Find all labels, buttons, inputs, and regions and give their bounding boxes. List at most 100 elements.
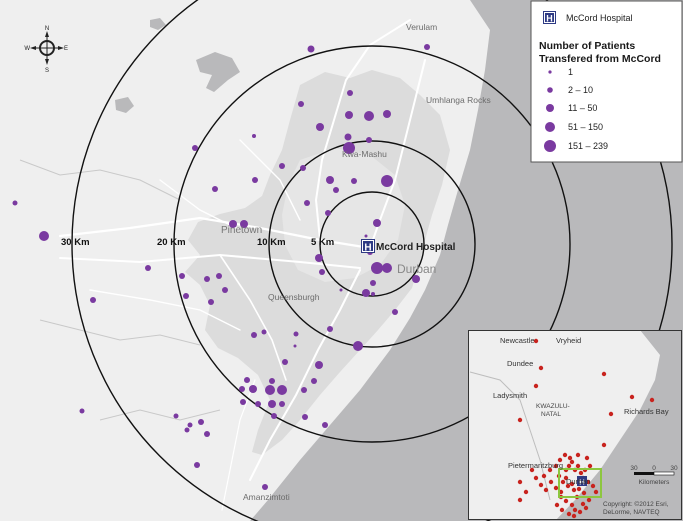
ring-label-30: 30 Km bbox=[61, 237, 90, 248]
patient-point bbox=[424, 44, 430, 50]
inset-map[interactable]: H Newcastle Vryheid Dundee Ladysmith KWA… bbox=[468, 330, 683, 521]
legend-box bbox=[530, 0, 683, 163]
inset-patient-point bbox=[577, 509, 583, 515]
inset-patient-point bbox=[584, 455, 590, 461]
legend-symbol-4 bbox=[545, 122, 555, 132]
map-root: Verulam Umhlanga Rocks Kwa-Mashu Pinetow… bbox=[0, 0, 683, 521]
patient-point bbox=[333, 187, 339, 193]
inset-patient-point bbox=[571, 487, 577, 493]
inset-patient-point bbox=[576, 486, 582, 492]
inset-patient-point bbox=[586, 497, 592, 503]
patient-point bbox=[301, 387, 307, 393]
patient-point bbox=[412, 275, 420, 283]
inset-copyright-1: Copyright: ©2012 Esri, bbox=[603, 500, 669, 508]
patient-point bbox=[252, 177, 258, 183]
inset-label-dundee: Dundee bbox=[507, 359, 533, 368]
legend-class-2: 2 – 10 bbox=[568, 85, 593, 95]
inset-label-natal: NATAL bbox=[541, 411, 561, 418]
legend-hospital-label: McCord Hospital bbox=[566, 13, 633, 23]
patient-point bbox=[216, 273, 222, 279]
hospital-label: McCord Hospital bbox=[376, 242, 456, 253]
patient-point bbox=[315, 254, 323, 262]
patient-point bbox=[212, 186, 218, 192]
legend-title-1: Number of Patients bbox=[539, 40, 635, 52]
inset-patient-point bbox=[601, 442, 607, 448]
patient-point bbox=[255, 401, 261, 407]
map-canvas[interactable]: Verulam Umhlanga Rocks Kwa-Mashu Pinetow… bbox=[0, 0, 683, 521]
patient-point bbox=[311, 378, 317, 384]
patient-point bbox=[345, 111, 353, 119]
patient-point bbox=[362, 289, 370, 297]
patient-point bbox=[347, 90, 353, 96]
patient-point bbox=[184, 427, 190, 433]
patient-point bbox=[322, 422, 328, 428]
inset-patient-point bbox=[572, 507, 578, 513]
inset-patient-point bbox=[575, 452, 581, 458]
patient-point bbox=[325, 210, 331, 216]
patient-point bbox=[382, 263, 392, 273]
inset-patient-point bbox=[517, 497, 523, 503]
patient-point bbox=[319, 269, 325, 275]
patient-point bbox=[252, 134, 256, 138]
patient-point bbox=[277, 385, 287, 395]
inset-scale-tick-right: 30 bbox=[670, 465, 678, 472]
inset-patient-point bbox=[566, 463, 572, 469]
legend-symbol-3 bbox=[546, 104, 554, 112]
patient-point bbox=[204, 276, 210, 282]
inset-patient-point bbox=[533, 475, 539, 481]
patient-point bbox=[208, 299, 214, 305]
patient-point bbox=[145, 265, 151, 271]
inset-patient-point bbox=[601, 371, 607, 377]
patient-point bbox=[351, 178, 357, 184]
patient-point bbox=[373, 219, 381, 227]
inset-patient-point bbox=[566, 511, 572, 517]
patient-point bbox=[173, 413, 179, 419]
label-durban: Durban bbox=[397, 262, 436, 276]
patient-point bbox=[251, 332, 257, 338]
ring-label-5: 5 Km bbox=[311, 237, 334, 248]
patient-point bbox=[304, 200, 310, 206]
legend-symbol-2 bbox=[547, 87, 553, 93]
patient-point bbox=[307, 45, 315, 53]
patient-point bbox=[293, 331, 299, 337]
patient-point bbox=[381, 175, 393, 187]
inset-patient-point bbox=[581, 490, 587, 496]
inset-patient-point bbox=[563, 498, 569, 504]
patient-point bbox=[370, 280, 376, 286]
patient-point bbox=[383, 110, 391, 118]
patient-point bbox=[300, 165, 306, 171]
patient-point bbox=[279, 163, 285, 169]
patient-point bbox=[364, 234, 368, 238]
patient-point bbox=[79, 408, 85, 414]
inset-patient-point bbox=[569, 459, 575, 465]
patient-point bbox=[39, 231, 49, 241]
inset-patient-point bbox=[562, 452, 568, 458]
inset-patient-point bbox=[538, 365, 544, 371]
inset-label-newcastle: Newcastle bbox=[500, 336, 535, 345]
patient-point bbox=[249, 385, 257, 393]
compass-n: N bbox=[45, 26, 49, 32]
inset-patient-point bbox=[587, 463, 593, 469]
inset-patient-point bbox=[590, 483, 596, 489]
inset-scale-tick-mid: 0 bbox=[652, 465, 656, 472]
label-kwamashu: Kwa-Mashu bbox=[342, 149, 387, 159]
inset-scale-tick-left: 30 bbox=[630, 465, 638, 472]
inset-patient-point bbox=[523, 489, 529, 495]
patient-point bbox=[326, 176, 334, 184]
patient-point bbox=[179, 273, 185, 279]
patient-point bbox=[344, 133, 352, 141]
inset-patient-point bbox=[560, 479, 566, 485]
hospital-marker[interactable]: H McCord Hospital bbox=[361, 239, 456, 254]
patient-point bbox=[366, 137, 372, 143]
patient-point bbox=[261, 329, 267, 335]
legend-hospital-letter: H bbox=[546, 14, 553, 24]
legend-symbol-5 bbox=[544, 140, 556, 152]
patient-point bbox=[282, 359, 288, 365]
label-amanzimtoti: Amanzimtoti bbox=[243, 492, 290, 502]
ring-label-10: 10 Km bbox=[257, 237, 286, 248]
compass-e: E bbox=[64, 46, 68, 52]
inset-patient-point bbox=[554, 502, 560, 508]
patient-point bbox=[187, 422, 193, 428]
inset-patient-point bbox=[580, 501, 586, 507]
patient-point bbox=[371, 262, 383, 274]
